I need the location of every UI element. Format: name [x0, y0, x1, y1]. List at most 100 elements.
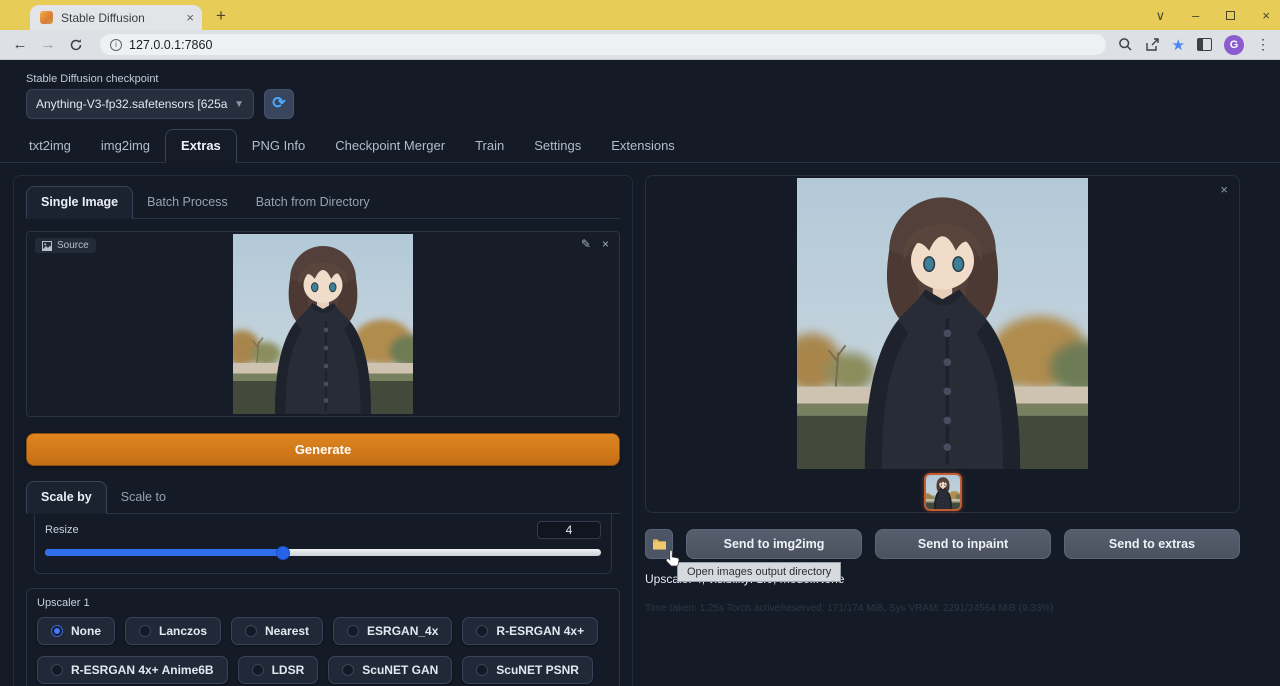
- site-info-icon[interactable]: i: [110, 39, 122, 51]
- vram-stats-text: Time taken: 1.25s Torch active/reserved:…: [645, 603, 1240, 614]
- tab-settings[interactable]: Settings: [519, 130, 596, 162]
- chevron-down-icon: ▼: [234, 99, 244, 110]
- window-close-button[interactable]: ×: [1262, 9, 1270, 22]
- result-image[interactable]: [797, 178, 1088, 469]
- main-tabbar: txt2img img2img Extras PNG Info Checkpoi…: [0, 123, 1280, 163]
- source-chip: Source: [35, 238, 96, 253]
- upscaler1-option-scunet-gan[interactable]: ScuNET GAN: [328, 656, 452, 684]
- tab-scale-by[interactable]: Scale by: [26, 481, 107, 514]
- refresh-checkpoints-button[interactable]: ⟳: [264, 89, 294, 119]
- tab-title: Stable Diffusion: [61, 11, 178, 25]
- share-icon[interactable]: [1145, 38, 1160, 52]
- result-gallery: ×: [645, 175, 1240, 513]
- page-content: Stable Diffusion checkpoint Anything-V3-…: [0, 60, 1280, 686]
- clear-image-icon[interactable]: ×: [602, 237, 609, 251]
- send-button-row: Send to img2img Send to inpaint Send to …: [645, 529, 1240, 559]
- reload-button[interactable]: [64, 38, 88, 52]
- scale-tabbar: Scale by Scale to: [26, 481, 620, 514]
- subtab-single-image[interactable]: Single Image: [26, 186, 133, 219]
- gallery-close-icon[interactable]: ×: [1220, 182, 1228, 197]
- radio-icon: [245, 625, 257, 637]
- upscaler1-option-lanczos[interactable]: Lanczos: [125, 617, 221, 645]
- radio-icon: [139, 625, 151, 637]
- upscaler1-option-nearest[interactable]: Nearest: [231, 617, 323, 645]
- gallery-thumbnail-selected[interactable]: [924, 473, 962, 511]
- radio-icon: [476, 664, 488, 676]
- resize-block: Resize 4: [34, 514, 612, 574]
- zoom-icon[interactable]: [1118, 37, 1133, 52]
- extras-subtabbar: Single Image Batch Process Batch from Di…: [26, 186, 620, 219]
- upscaler1-option-ldsr[interactable]: LDSR: [238, 656, 319, 684]
- minimize-button[interactable]: –: [1192, 9, 1199, 22]
- edit-image-icon[interactable]: ✎: [581, 237, 591, 251]
- resize-slider[interactable]: [45, 546, 601, 560]
- radio-icon: [342, 664, 354, 676]
- resize-slider-thumb[interactable]: [276, 546, 290, 560]
- radio-icon: [252, 664, 264, 676]
- send-to-inpaint-button[interactable]: Send to inpaint: [875, 529, 1051, 559]
- upscaler1-option-none[interactable]: None: [37, 617, 115, 645]
- tab-scale-to[interactable]: Scale to: [107, 482, 180, 513]
- tab-img2img[interactable]: img2img: [86, 130, 165, 162]
- option-label: Lanczos: [159, 624, 207, 638]
- resize-number-input[interactable]: 4: [537, 521, 601, 539]
- tab-search-icon[interactable]: ∨: [1156, 9, 1166, 22]
- back-button[interactable]: ←: [8, 36, 32, 53]
- tab-train[interactable]: Train: [460, 130, 519, 162]
- tab-extras[interactable]: Extras: [165, 129, 237, 163]
- checkpoint-value: Anything-V3-fp32.safetensors [625a2ba2]: [36, 97, 228, 111]
- subtab-batch-process[interactable]: Batch Process: [133, 187, 242, 218]
- tab-extensions[interactable]: Extensions: [596, 130, 690, 162]
- option-label: ESRGAN_4x: [367, 624, 438, 638]
- profile-avatar[interactable]: G: [1224, 35, 1244, 55]
- tab-txt2img[interactable]: txt2img: [14, 130, 86, 162]
- radio-icon: [476, 625, 488, 637]
- option-label: LDSR: [272, 663, 305, 677]
- upscaler1-option-r-esrgan-4x[interactable]: R-ESRGAN 4x+: [462, 617, 598, 645]
- quicksettings-bar: Stable Diffusion checkpoint Anything-V3-…: [0, 60, 1280, 123]
- tab-close-icon[interactable]: ×: [186, 11, 194, 24]
- source-label: Source: [57, 240, 89, 251]
- restore-button[interactable]: [1226, 11, 1235, 20]
- checkpoint-dropdown[interactable]: Anything-V3-fp32.safetensors [625a2ba2] …: [26, 89, 254, 119]
- upscaler1-label: Upscaler 1: [37, 597, 609, 609]
- resize-slider-fill: [45, 549, 283, 556]
- option-label: ScuNET PSNR: [496, 663, 579, 677]
- option-label: None: [71, 624, 101, 638]
- send-to-extras-button[interactable]: Send to extras: [1064, 529, 1240, 559]
- folder-tooltip: Open images output directory: [677, 562, 841, 582]
- browser-tab[interactable]: Stable Diffusion ×: [30, 5, 202, 30]
- bookmark-star-icon[interactable]: ★: [1172, 36, 1185, 54]
- forward-button[interactable]: →: [36, 36, 60, 53]
- upscaler1-option-esrgan-4x[interactable]: ESRGAN_4x: [333, 617, 452, 645]
- generate-button[interactable]: Generate: [26, 433, 620, 466]
- menu-dots-icon[interactable]: ⋮: [1256, 36, 1270, 53]
- new-tab-button[interactable]: +: [216, 6, 226, 26]
- upscaler1-option-scunet-psnr[interactable]: ScuNET PSNR: [462, 656, 593, 684]
- url-bar[interactable]: i 127.0.0.1:7860: [100, 34, 1106, 55]
- radio-selected-icon: [51, 625, 63, 637]
- radio-icon: [347, 625, 359, 637]
- option-label: ScuNET GAN: [362, 663, 438, 677]
- radio-icon: [51, 664, 63, 676]
- source-image-dropzone[interactable]: Source ✎ ×: [26, 231, 620, 417]
- browser-tabstrip: Stable Diffusion × + ∨ – ×: [0, 0, 1280, 30]
- extras-left-panel: Single Image Batch Process Batch from Di…: [13, 175, 633, 686]
- app-window: Stable Diffusion × + ∨ – × ← → i 127.0.0…: [0, 0, 1280, 686]
- send-to-img2img-button[interactable]: Send to img2img: [686, 529, 862, 559]
- resize-label: Resize: [45, 524, 79, 536]
- subtab-batch-from-directory[interactable]: Batch from Directory: [242, 187, 384, 218]
- tab-checkpoint-merger[interactable]: Checkpoint Merger: [320, 130, 460, 162]
- tab-png-info[interactable]: PNG Info: [237, 130, 320, 162]
- upscaler1-group: Upscaler 1 None Lanczos Nearest ESRGAN_4…: [26, 588, 620, 686]
- side-panel-icon[interactable]: [1197, 38, 1212, 51]
- upscaler1-option-r-esrgan-anime6b[interactable]: R-ESRGAN 4x+ Anime6B: [37, 656, 228, 684]
- option-label: Nearest: [265, 624, 309, 638]
- mouse-cursor: [665, 549, 681, 572]
- browser-toolbar: ← → i 127.0.0.1:7860: [0, 30, 1280, 60]
- url-text: 127.0.0.1:7860: [129, 38, 212, 52]
- results-panel: ×: [645, 175, 1240, 686]
- image-icon: [42, 241, 52, 251]
- source-image: [233, 234, 413, 414]
- option-label: R-ESRGAN 4x+: [496, 624, 584, 638]
